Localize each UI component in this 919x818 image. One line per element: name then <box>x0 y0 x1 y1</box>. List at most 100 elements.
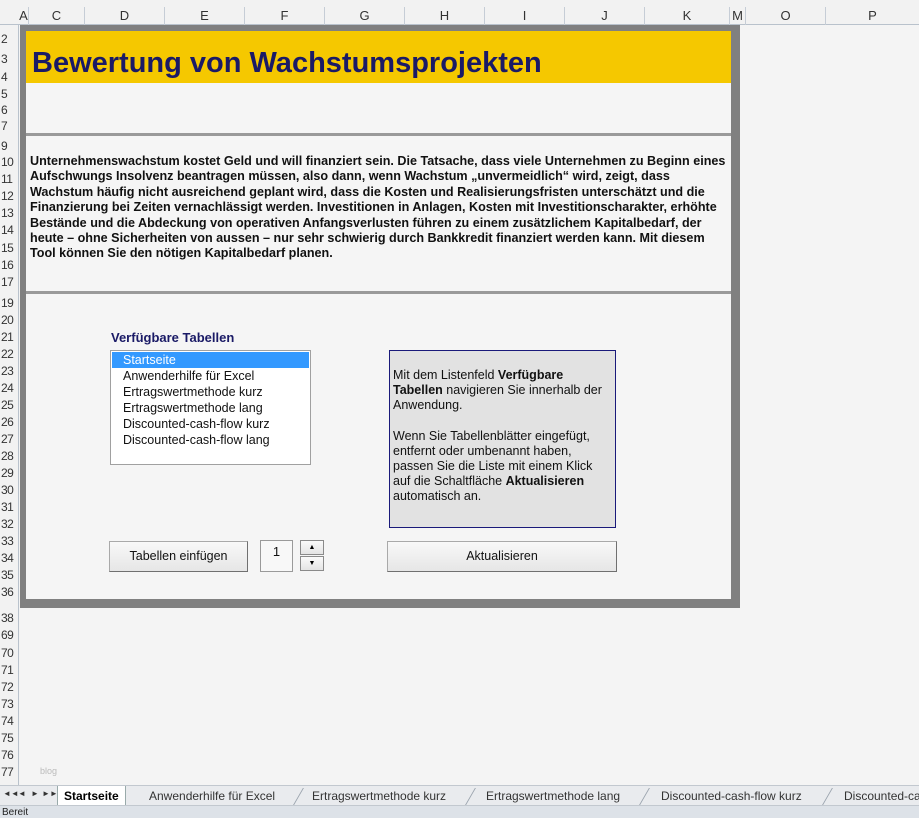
row-number[interactable]: 23 <box>0 363 19 379</box>
next-sheet-icon[interactable]: ► <box>31 789 39 798</box>
row-number[interactable]: 38 <box>0 610 19 626</box>
tab-startseite[interactable]: Startseite <box>57 786 126 806</box>
info-paragraph-2: Wenn Sie Tabellenblätter eingefügt, entf… <box>393 429 612 505</box>
tab-dcf-kurz[interactable]: Discounted-cash-flow kurz <box>661 786 802 806</box>
status-bar: Bereit <box>0 805 919 818</box>
row-number[interactable]: 72 <box>0 679 19 695</box>
column-f-header[interactable]: F <box>245 7 325 25</box>
tab-anwenderhilfe[interactable]: Anwenderhilfe für Excel <box>149 786 275 806</box>
row-number[interactable]: 36 <box>0 584 19 600</box>
row-number[interactable]: 35 <box>0 567 19 583</box>
column-p-header[interactable]: P <box>826 7 919 25</box>
row-number[interactable]: 9 <box>0 138 19 154</box>
row-number[interactable]: 5 <box>0 86 19 102</box>
row-number[interactable]: 15 <box>0 240 19 256</box>
watermark: blog <box>40 766 58 776</box>
spin-up-icon[interactable]: ▲ <box>300 540 324 555</box>
divider <box>26 291 731 294</box>
list-item[interactable]: Discounted-cash-flow lang <box>112 432 309 448</box>
column-m-header[interactable]: M <box>730 7 746 25</box>
column-k-header[interactable]: K <box>645 7 730 25</box>
list-title: Verfügbare Tabellen <box>111 330 235 345</box>
row-number[interactable]: 33 <box>0 533 19 549</box>
update-button[interactable]: Aktualisieren <box>387 541 617 572</box>
list-item[interactable]: Discounted-cash-flow kurz <box>112 416 309 432</box>
row-number[interactable]: 30 <box>0 482 19 498</box>
prev-sheet-icon[interactable]: ◄ <box>18 789 26 798</box>
tab-ertragswert-lang[interactable]: Ertragswertmethode lang <box>486 786 620 806</box>
row-number[interactable]: 10 <box>0 154 19 170</box>
row-number[interactable]: 17 <box>0 274 19 290</box>
row-number[interactable]: 3 <box>0 51 19 67</box>
tab-separator <box>293 788 304 805</box>
info-text: Mit dem Listenfeld <box>393 368 498 382</box>
count-spinner-value[interactable]: 1 <box>260 540 293 572</box>
row-number[interactable]: 16 <box>0 257 19 273</box>
row-number[interactable]: 73 <box>0 696 19 712</box>
sheet-listbox[interactable]: Startseite Anwenderhilfe für Excel Ertra… <box>110 350 311 465</box>
column-g-header[interactable]: G <box>325 7 405 25</box>
row-number[interactable]: 12 <box>0 188 19 204</box>
tab-dcf-lang[interactable]: Discounted-ca <box>844 786 919 806</box>
first-sheet-icon[interactable]: ◄◄ <box>3 789 19 798</box>
page-title: Bewertung von Wachstumsprojekten <box>32 47 542 79</box>
row-number[interactable]: 27 <box>0 431 19 447</box>
column-h-header[interactable]: H <box>405 7 485 25</box>
row-number[interactable]: 77 <box>0 764 19 780</box>
column-i-header[interactable]: I <box>485 7 565 25</box>
list-item[interactable]: Anwenderhilfe für Excel <box>112 368 309 384</box>
row-number[interactable]: 20 <box>0 312 19 328</box>
row-number[interactable]: 6 <box>0 102 19 118</box>
row-number[interactable]: 34 <box>0 550 19 566</box>
row-number[interactable]: 7 <box>0 118 19 134</box>
row-number[interactable]: 74 <box>0 713 19 729</box>
column-o-header[interactable]: O <box>746 7 826 25</box>
title-bar: Bewertung von Wachstumsprojekten <box>26 31 731 83</box>
sheet-tab-bar: ◄◄ ◄ ► ►► Startseite Anwenderhilfe für E… <box>0 785 919 806</box>
column-c-header[interactable]: C <box>29 7 85 25</box>
row-number[interactable]: 4 <box>0 69 19 85</box>
row-number[interactable]: 70 <box>0 645 19 661</box>
spin-down-icon[interactable]: ▼ <box>300 556 324 571</box>
row-number[interactable]: 2 <box>0 31 19 47</box>
column-a-header[interactable]: A <box>19 7 29 25</box>
info-box: Mit dem Listenfeld Verfügbare Tabellen n… <box>389 350 616 528</box>
row-number[interactable]: 11 <box>0 171 19 187</box>
row-number[interactable]: 76 <box>0 747 19 763</box>
tab-separator <box>465 788 476 805</box>
info-paragraph-1: Mit dem Listenfeld Verfügbare Tabellen n… <box>393 368 612 414</box>
insert-tables-button[interactable]: Tabellen einfügen <box>109 541 248 572</box>
tab-separator <box>822 788 833 805</box>
info-text: automatisch an. <box>393 489 482 504</box>
column-d-header[interactable]: D <box>85 7 165 25</box>
list-item[interactable]: Ertragswertmethode kurz <box>112 384 309 400</box>
description-text: Unternehmenswachstum kostet Geld und wil… <box>30 154 726 261</box>
row-number[interactable]: 69 <box>0 627 19 643</box>
last-sheet-icon[interactable]: ►► <box>42 789 58 798</box>
row-number[interactable]: 25 <box>0 397 19 413</box>
column-e-header[interactable]: E <box>165 7 245 25</box>
excel-window: A C D E F G H I J K M O P 2 3 4 5 6 7 9 … <box>0 0 919 818</box>
row-number[interactable]: 22 <box>0 346 19 362</box>
row-header: 2 3 4 5 6 7 9 10 11 12 13 14 15 16 17 19… <box>0 25 19 785</box>
row-number[interactable]: 24 <box>0 380 19 396</box>
row-number[interactable]: 31 <box>0 499 19 515</box>
info-bold-text: Aktualisieren <box>505 474 585 489</box>
row-number[interactable]: 26 <box>0 414 19 430</box>
row-number[interactable]: 21 <box>0 329 19 345</box>
row-number[interactable]: 29 <box>0 465 19 481</box>
row-number[interactable]: 71 <box>0 662 19 678</box>
row-number[interactable]: 32 <box>0 516 19 532</box>
row-number[interactable]: 75 <box>0 730 19 746</box>
dashboard-panel: Bewertung von Wachstumsprojekten Unterne… <box>26 31 731 599</box>
status-text: Bereit <box>2 807 29 818</box>
row-number[interactable]: 13 <box>0 205 19 221</box>
row-number[interactable]: 19 <box>0 295 19 311</box>
list-item-selected[interactable]: Startseite <box>112 352 309 368</box>
tab-ertragswert-kurz[interactable]: Ertragswertmethode kurz <box>312 786 446 806</box>
column-header: A C D E F G H I J K M O P <box>0 0 919 25</box>
row-number[interactable]: 28 <box>0 448 19 464</box>
column-j-header[interactable]: J <box>565 7 645 25</box>
row-number[interactable]: 14 <box>0 222 19 238</box>
list-item[interactable]: Ertragswertmethode lang <box>112 400 309 416</box>
